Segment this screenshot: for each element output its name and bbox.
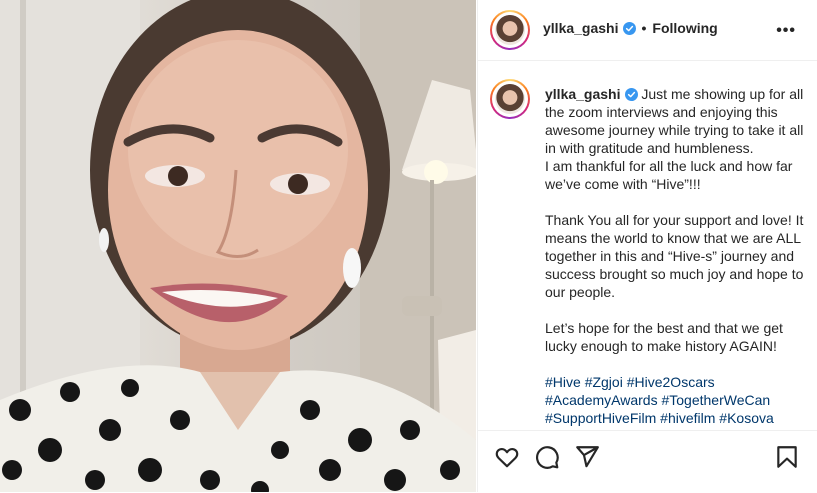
separator-dot: • [641, 20, 647, 36]
caption-username[interactable]: yllka_gashi [545, 86, 621, 102]
header-username[interactable]: yllka_gashi [543, 20, 619, 36]
caption-paragraph: Let’s hope for the best and that we get … [545, 320, 783, 354]
hashtag-link[interactable]: #Kosova [719, 410, 773, 426]
more-options-icon[interactable]: ••• [776, 22, 796, 40]
caption-paragraph: Thank You all for your support and love!… [545, 212, 804, 300]
following-button[interactable]: Following [652, 20, 717, 36]
post-media[interactable] [0, 0, 476, 492]
caption-area: yllka_gashi Just me showing up for all t… [478, 61, 817, 429]
avatar-photo [495, 15, 525, 45]
hashtag-link[interactable]: #SupportHiveFilm [545, 410, 656, 426]
post-header: yllka_gashi • Following ••• [478, 0, 817, 61]
hashtag-link[interactable]: #Zgjoi [585, 374, 623, 390]
action-bar [478, 430, 817, 493]
caption-text: yllka_gashi Just me showing up for all t… [545, 85, 805, 427]
avatar[interactable] [490, 10, 530, 50]
bookmark-icon[interactable] [774, 444, 800, 470]
share-icon[interactable] [574, 444, 600, 470]
verified-badge-icon [624, 88, 638, 101]
hashtag-link[interactable]: #Hive [545, 374, 581, 390]
header-meta: yllka_gashi • Following [543, 20, 718, 36]
caption-avatar[interactable] [490, 79, 530, 119]
avatar-photo [495, 84, 525, 114]
verified-badge-icon [622, 22, 636, 35]
heart-icon[interactable] [494, 444, 520, 470]
hashtag-link[interactable]: #TogetherWeCan [661, 392, 770, 408]
hashtag-link[interactable]: #hivefilm [660, 410, 715, 426]
comment-icon[interactable] [534, 444, 560, 470]
post-sidebar: yllka_gashi • Following ••• yllka_gashi Ju… [477, 0, 817, 492]
caption-paragraph: yllka_gashi Just me showing up for all t… [545, 85, 805, 193]
hashtag-link[interactable]: #Hive2Oscars [627, 374, 715, 390]
hashtag-link[interactable]: #AcademyAwards [545, 392, 658, 408]
hashtag-list: #Hive #Zgjoi #Hive2Oscars #AcademyAwards… [545, 373, 805, 427]
post-photo [0, 0, 476, 492]
